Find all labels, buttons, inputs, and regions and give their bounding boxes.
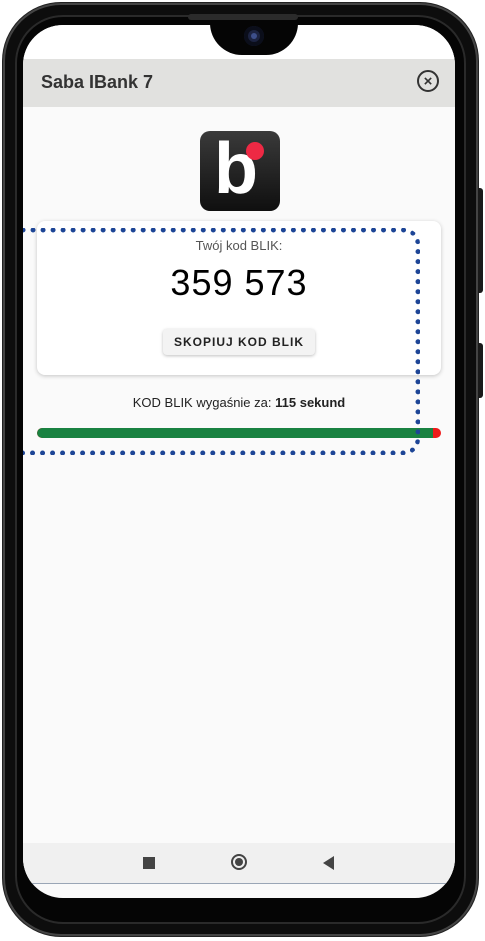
- square-icon[interactable]: [143, 857, 155, 869]
- phone-screen: Saba IBank 7 × b Twój kod BLIK: 359 573 …: [23, 25, 455, 898]
- blik-logo: b: [200, 131, 280, 211]
- close-circle-icon[interactable]: ×: [417, 70, 439, 92]
- volume-button: [478, 343, 483, 398]
- circle-icon[interactable]: [231, 854, 247, 870]
- navigation-bar: [23, 843, 455, 883]
- speaker-grille: [188, 14, 298, 20]
- camera-icon: [244, 26, 264, 46]
- app-title: Saba IBank 7: [41, 72, 154, 92]
- triangle-back-icon[interactable]: [323, 856, 334, 870]
- power-button: [478, 188, 483, 293]
- highlight-annotation: [23, 228, 420, 455]
- blik-logo-dot: [246, 142, 264, 160]
- app-bar: Saba IBank 7 ×: [23, 59, 455, 107]
- bottom-divider: [23, 883, 455, 884]
